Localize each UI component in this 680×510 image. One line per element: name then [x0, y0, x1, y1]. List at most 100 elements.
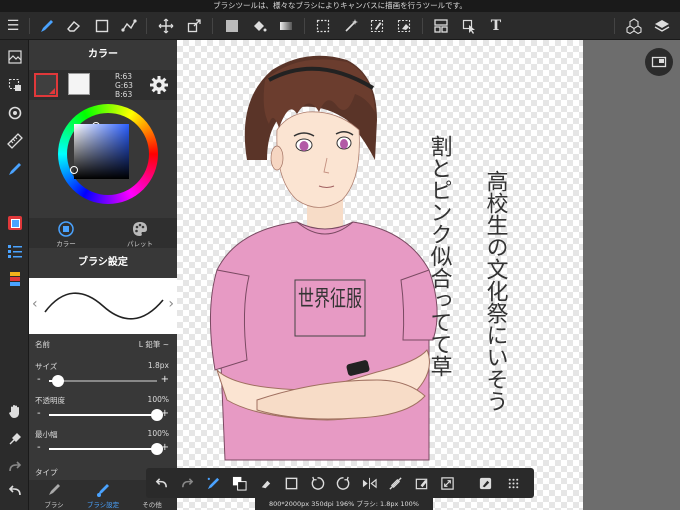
navigator-button[interactable] — [645, 48, 673, 76]
toolbar-divider — [29, 18, 30, 34]
plus-icon[interactable]: + — [161, 408, 169, 419]
tab-color[interactable]: カラー — [29, 218, 103, 248]
saturation-value-square[interactable] — [74, 124, 129, 179]
color-swatch-row: R:63 G:63 B:63 — [29, 70, 177, 100]
text-tool-icon[interactable]: T — [486, 16, 506, 36]
rgb-b: B:63 — [115, 90, 133, 99]
fit-screen-icon[interactable] — [438, 474, 456, 492]
color-circle-icon — [58, 221, 74, 237]
tab-brush[interactable]: ブラシ — [29, 480, 79, 510]
pen-pressure-icon[interactable] — [4, 158, 25, 179]
rgb-r: R:63 — [115, 72, 133, 81]
handwriting-text-2: 高校生の文化祭にいそう — [483, 170, 509, 412]
redo-icon[interactable] — [4, 456, 25, 477]
brush-name-value: L 鉛筆 ~ — [138, 340, 169, 349]
param-label: 最小幅 — [35, 430, 58, 439]
frame-icon[interactable] — [282, 474, 300, 492]
quick-action-bar — [146, 468, 534, 498]
param-value: 1.8px — [147, 361, 169, 370]
select-eraser-icon[interactable] — [394, 16, 414, 36]
slider-knob[interactable] — [51, 375, 64, 387]
minus-icon[interactable]: - — [37, 408, 41, 419]
drawing-canvas[interactable]: 世界征服 割とピンク似合ってて草 高校生の文化祭にいそう — [177, 40, 583, 510]
select-pen-icon[interactable] — [367, 16, 387, 36]
toolbar-divider — [212, 18, 213, 34]
frame-divide-icon[interactable] — [431, 16, 451, 36]
brush-settings-title: ブラシ設定 — [78, 257, 128, 268]
size-slider[interactable]: - + — [37, 374, 169, 387]
brush-name-row[interactable]: 名前 L 鉛筆 ~ — [29, 336, 177, 358]
toolbar-divider — [422, 18, 423, 34]
foreground-color-swatch[interactable] — [34, 73, 58, 97]
minus-icon[interactable]: - — [37, 442, 41, 453]
status-bar: 800*2000px 350dpi 196% ブラシ: 1.8px 100% — [255, 498, 433, 510]
color-panel-toggle-icon[interactable] — [4, 212, 25, 233]
chevron-right-icon[interactable]: › — [168, 296, 174, 312]
operation-tool-icon[interactable] — [459, 16, 479, 36]
param-label: サイズ — [35, 362, 58, 371]
material-icon[interactable] — [624, 16, 644, 36]
curve-ruler-icon[interactable] — [119, 16, 139, 36]
gear-icon[interactable] — [149, 75, 169, 95]
background-color-swatch[interactable] — [68, 73, 90, 95]
eraser-icon[interactable] — [256, 474, 274, 492]
plus-icon[interactable]: + — [161, 442, 169, 453]
tab-other-label: その他 — [142, 501, 162, 509]
more-grid-icon[interactable] — [504, 474, 522, 492]
eraser-tool-icon[interactable] — [63, 16, 83, 36]
move-tool-icon[interactable] — [156, 16, 176, 36]
canvas-background-area — [583, 40, 680, 510]
magic-wand-icon[interactable] — [341, 16, 361, 36]
plus-icon[interactable]: + — [161, 374, 169, 385]
layer-thumbnail-icon[interactable] — [4, 46, 25, 67]
eyedropper-icon[interactable] — [4, 428, 25, 449]
brush-settings-icon — [97, 484, 109, 497]
toolbar-divider — [146, 18, 147, 34]
redo-icon[interactable] — [178, 474, 196, 492]
rotate-right-icon[interactable] — [334, 474, 352, 492]
stroke-preview: ‹ › — [29, 278, 177, 334]
ruler-icon[interactable] — [4, 130, 25, 151]
min-width-slider[interactable]: - + — [37, 442, 169, 455]
brush-list-icon[interactable] — [4, 240, 25, 261]
color-panel-title: カラー — [88, 49, 118, 60]
flip-horizontal-icon[interactable] — [360, 474, 378, 492]
sv-marker[interactable] — [70, 166, 78, 174]
chevron-left-icon[interactable]: ‹ — [32, 296, 38, 312]
menu-icon[interactable]: ☰ — [3, 16, 23, 36]
layers-icon[interactable] — [652, 16, 672, 36]
min-width-param: 最小幅 100% - + — [29, 426, 177, 460]
tab-palette[interactable]: パレット — [103, 218, 177, 248]
rgb-g: G:63 — [115, 81, 133, 90]
hand-tool-icon[interactable] — [4, 400, 25, 421]
select-tool-icon[interactable] — [313, 16, 333, 36]
swap-colors-icon[interactable] — [230, 474, 248, 492]
selection-layer-icon[interactable] — [4, 74, 25, 95]
left-tool-strip — [0, 40, 29, 510]
opacity-param: 不透明度 100% - + — [29, 392, 177, 426]
rotate-canvas-icon[interactable] — [4, 102, 25, 123]
color-tabs: カラー パレット — [29, 218, 177, 248]
palette-stack-icon[interactable] — [4, 268, 25, 289]
rotate-left-icon[interactable] — [308, 474, 326, 492]
color-wheel-area[interactable] — [29, 100, 177, 218]
opacity-slider[interactable]: - + — [37, 408, 169, 421]
wrapping-icon[interactable] — [476, 474, 494, 492]
brush-icon — [49, 484, 60, 495]
transform-tool-icon[interactable] — [184, 16, 204, 36]
tab-brush-settings[interactable]: ブラシ設定 — [78, 480, 128, 510]
shape-tool-icon[interactable] — [92, 16, 112, 36]
snap-off-icon[interactable] — [386, 474, 404, 492]
handwriting-text-1: 割とピンク似合ってて草 — [427, 135, 453, 377]
fill-color-swatch-icon[interactable] — [222, 16, 242, 36]
minus-icon[interactable]: - — [37, 374, 41, 385]
undo-icon[interactable] — [152, 474, 170, 492]
gradient-tool-icon[interactable] — [276, 16, 296, 36]
bucket-tool-icon[interactable] — [249, 16, 269, 36]
pen-stabilizer-icon[interactable] — [204, 474, 222, 492]
undo-icon[interactable] — [4, 480, 25, 501]
top-toolbar: ☰ T — [0, 12, 680, 40]
stroke-preview-curve — [44, 292, 164, 320]
brush-tool-icon[interactable] — [37, 16, 57, 36]
clear-icon[interactable] — [412, 474, 430, 492]
